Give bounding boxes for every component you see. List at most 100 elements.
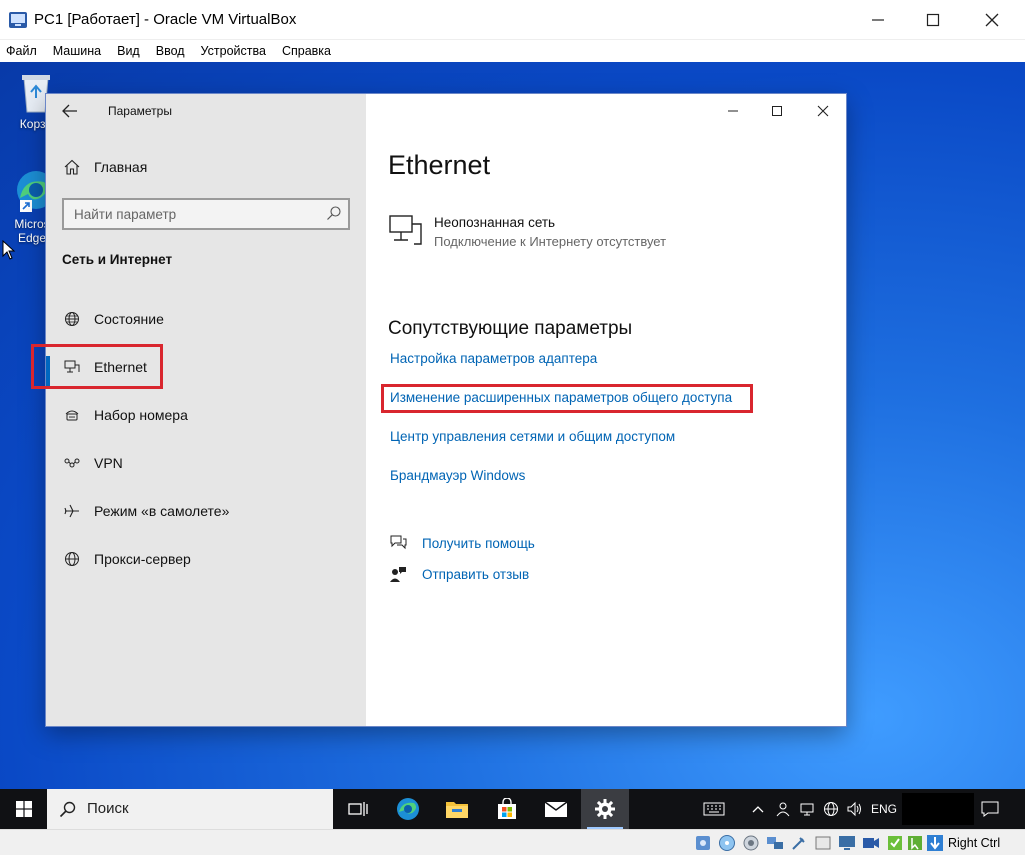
tray-language-button[interactable]: ENG — [868, 789, 900, 829]
menu-help[interactable]: Справка — [282, 44, 331, 58]
maximize-icon — [772, 106, 782, 116]
send-feedback-link[interactable]: Отправить отзыв — [422, 567, 529, 582]
hard-disk-icon[interactable] — [694, 834, 712, 852]
task-view-icon — [348, 802, 368, 816]
tray-clock[interactable] — [902, 793, 974, 825]
settings-maximize-button[interactable] — [754, 98, 800, 124]
maximize-icon — [926, 13, 940, 27]
nav-item-status[interactable]: Состояние — [46, 299, 366, 339]
nav-item-label: Режим «в самолете» — [94, 503, 230, 519]
section-heading: Сеть и Интернет — [62, 252, 173, 267]
task-view-button[interactable] — [334, 789, 382, 829]
language-indicator: ENG — [870, 802, 897, 816]
mail-icon — [544, 801, 568, 817]
tray-keyboard-button[interactable] — [697, 789, 731, 829]
chevron-up-icon — [752, 806, 764, 813]
back-button[interactable] — [60, 101, 80, 121]
audio-icon[interactable] — [742, 834, 760, 852]
nav-item-airplane[interactable]: Режим «в самолете» — [46, 491, 366, 531]
folder-icon — [446, 802, 468, 818]
taskbar-mail-button[interactable] — [532, 789, 580, 829]
virtualbox-menubar: Файл Машина Вид Ввод Устройства Справка — [0, 40, 1025, 62]
vpn-icon — [60, 457, 84, 469]
settings-minimize-button[interactable] — [710, 98, 756, 124]
minimize-icon — [872, 19, 884, 21]
mouse-integration-icon[interactable] — [906, 834, 924, 852]
menu-input[interactable]: Ввод — [156, 44, 185, 58]
taskbar: Поиск ENG — [0, 789, 1025, 829]
get-help-row[interactable]: Получить помощь — [388, 533, 535, 553]
network-globe-icon — [824, 802, 838, 816]
nav-item-dialup[interactable]: Набор номера — [46, 395, 366, 435]
nav-item-proxy[interactable]: Прокси-сервер — [46, 539, 366, 579]
shared-folder-icon[interactable] — [814, 834, 832, 852]
link-adapter-settings[interactable]: Настройка параметров адаптера — [390, 351, 597, 366]
tray-volume-button[interactable] — [845, 789, 865, 829]
settings-sidebar: Параметры Главная Найти параметр Сеть и … — [46, 94, 366, 726]
feedback-icon — [388, 564, 408, 584]
link-firewall[interactable]: Брандмауэр Windows — [390, 468, 525, 483]
network-status: Подключение к Интернету отсутствует — [434, 234, 667, 249]
display-icon[interactable] — [838, 834, 856, 852]
search-icon — [327, 206, 341, 220]
video-capture-icon[interactable] — [862, 834, 880, 852]
settings-close-button[interactable] — [800, 98, 846, 124]
tray-people-button[interactable] — [773, 789, 793, 829]
network-adapter-icon[interactable] — [766, 834, 784, 852]
send-feedback-row[interactable]: Отправить отзыв — [388, 564, 529, 584]
nav-home[interactable]: Главная — [46, 147, 366, 187]
mouse-cursor-icon — [2, 240, 16, 260]
tray-overflow-button[interactable] — [749, 789, 767, 829]
guest-additions-icon[interactable] — [886, 834, 904, 852]
minimize-button[interactable] — [858, 6, 898, 34]
virtualbox-app-icon — [9, 12, 27, 28]
link-network-center[interactable]: Центр управления сетями и общим доступом — [390, 429, 675, 444]
windows-logo-icon — [16, 801, 32, 817]
tray-network-button[interactable] — [821, 789, 841, 829]
edge-icon — [397, 798, 419, 820]
nav-item-label: VPN — [94, 455, 123, 471]
settings-search-box[interactable]: Найти параметр — [62, 198, 350, 230]
search-icon — [59, 801, 76, 818]
get-help-link[interactable]: Получить помощь — [422, 536, 535, 551]
gear-icon — [595, 799, 615, 819]
host-key-arrow-icon[interactable] — [926, 834, 944, 852]
host-key-label: Right Ctrl — [948, 836, 1001, 850]
close-button[interactable] — [972, 6, 1012, 34]
dialup-icon — [60, 408, 84, 422]
store-bag-icon — [498, 798, 516, 819]
airplane-icon — [60, 503, 84, 519]
usb-icon[interactable] — [790, 834, 808, 852]
search-placeholder: Найти параметр — [74, 207, 177, 222]
network-name[interactable]: Неопознанная сеть — [434, 215, 555, 230]
taskbar-edge-button[interactable] — [384, 789, 432, 829]
globe-icon — [60, 311, 84, 327]
page-title: Ethernet — [388, 150, 491, 180]
proxy-globe-icon — [60, 551, 84, 567]
home-icon — [60, 159, 84, 175]
virtualbox-statusbar: Right Ctrl — [0, 829, 1025, 855]
optical-drive-icon[interactable] — [718, 834, 736, 852]
close-icon — [817, 105, 829, 117]
taskbar-settings-button[interactable] — [581, 789, 629, 829]
virtualbox-titlebar: PC1 [Работает] - Oracle VM VirtualBox — [0, 0, 1025, 40]
menu-devices[interactable]: Устройства — [201, 44, 266, 58]
nav-item-vpn[interactable]: VPN — [46, 443, 366, 483]
wired-network-icon — [389, 215, 422, 245]
start-button[interactable] — [4, 789, 44, 829]
taskbar-search-box[interactable]: Поиск — [47, 789, 333, 829]
taskbar-store-button[interactable] — [483, 789, 531, 829]
window-title: PC1 [Работает] - Oracle VM VirtualBox — [34, 11, 297, 28]
taskbar-search-placeholder: Поиск — [87, 800, 129, 817]
window-caption: Параметры — [108, 104, 172, 118]
tray-device-button[interactable] — [797, 789, 817, 829]
menu-machine[interactable]: Машина — [53, 44, 101, 58]
maximize-button[interactable] — [913, 6, 953, 34]
action-center-button[interactable] — [976, 789, 1004, 829]
taskbar-explorer-button[interactable] — [433, 789, 481, 829]
menu-file[interactable]: Файл — [6, 44, 37, 58]
nav-item-label: Набор номера — [94, 407, 188, 423]
menu-view[interactable]: Вид — [117, 44, 140, 58]
people-icon — [776, 802, 790, 817]
highlight-frame-ethernet — [31, 344, 163, 389]
